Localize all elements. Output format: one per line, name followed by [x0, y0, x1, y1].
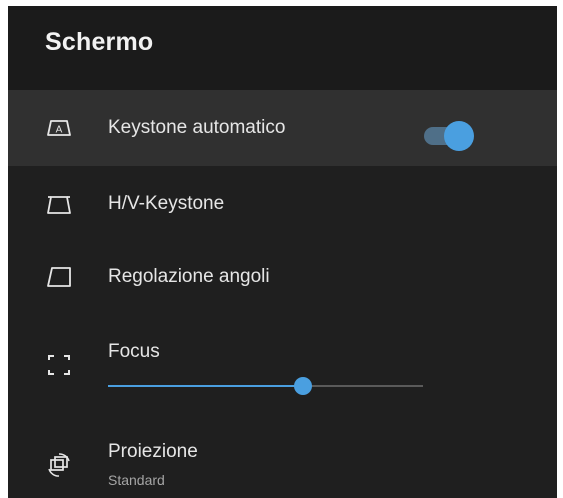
hv-keystone-label: H/V-Keystone — [108, 193, 225, 214]
focus-slider[interactable] — [108, 377, 423, 395]
toggle-thumb — [444, 121, 474, 151]
corner-adjust-icon — [47, 267, 71, 287]
settings-panel: Schermo A Keystone automatico H/V-Keysto… — [8, 6, 557, 498]
menu-item-focus[interactable]: Focus — [8, 314, 557, 408]
projection-icon — [48, 453, 70, 477]
keystone-auto-icon: A — [47, 120, 71, 136]
projection-label: Proiezione — [108, 441, 198, 462]
focus-icon — [48, 355, 70, 375]
slider-fill — [108, 385, 304, 387]
svg-text:A: A — [56, 125, 63, 136]
menu-item-projection[interactable]: Proiezione Standard — [8, 408, 557, 498]
slider-knob[interactable] — [294, 377, 313, 395]
menu-item-hv-keystone[interactable]: H/V-Keystone — [8, 166, 557, 240]
header: Schermo — [8, 6, 557, 90]
projection-value: Standard — [108, 472, 165, 488]
corner-adjust-label: Regolazione angoli — [108, 266, 270, 287]
page-title: Schermo — [45, 28, 154, 56]
menu-item-corner-adjust[interactable]: Regolazione angoli — [8, 240, 557, 314]
focus-label: Focus — [108, 341, 160, 362]
hv-keystone-icon — [47, 196, 71, 214]
menu-item-keystone-auto[interactable]: A Keystone automatico — [8, 90, 557, 166]
keystone-auto-toggle[interactable] — [424, 121, 476, 151]
keystone-auto-label: Keystone automatico — [108, 117, 286, 138]
